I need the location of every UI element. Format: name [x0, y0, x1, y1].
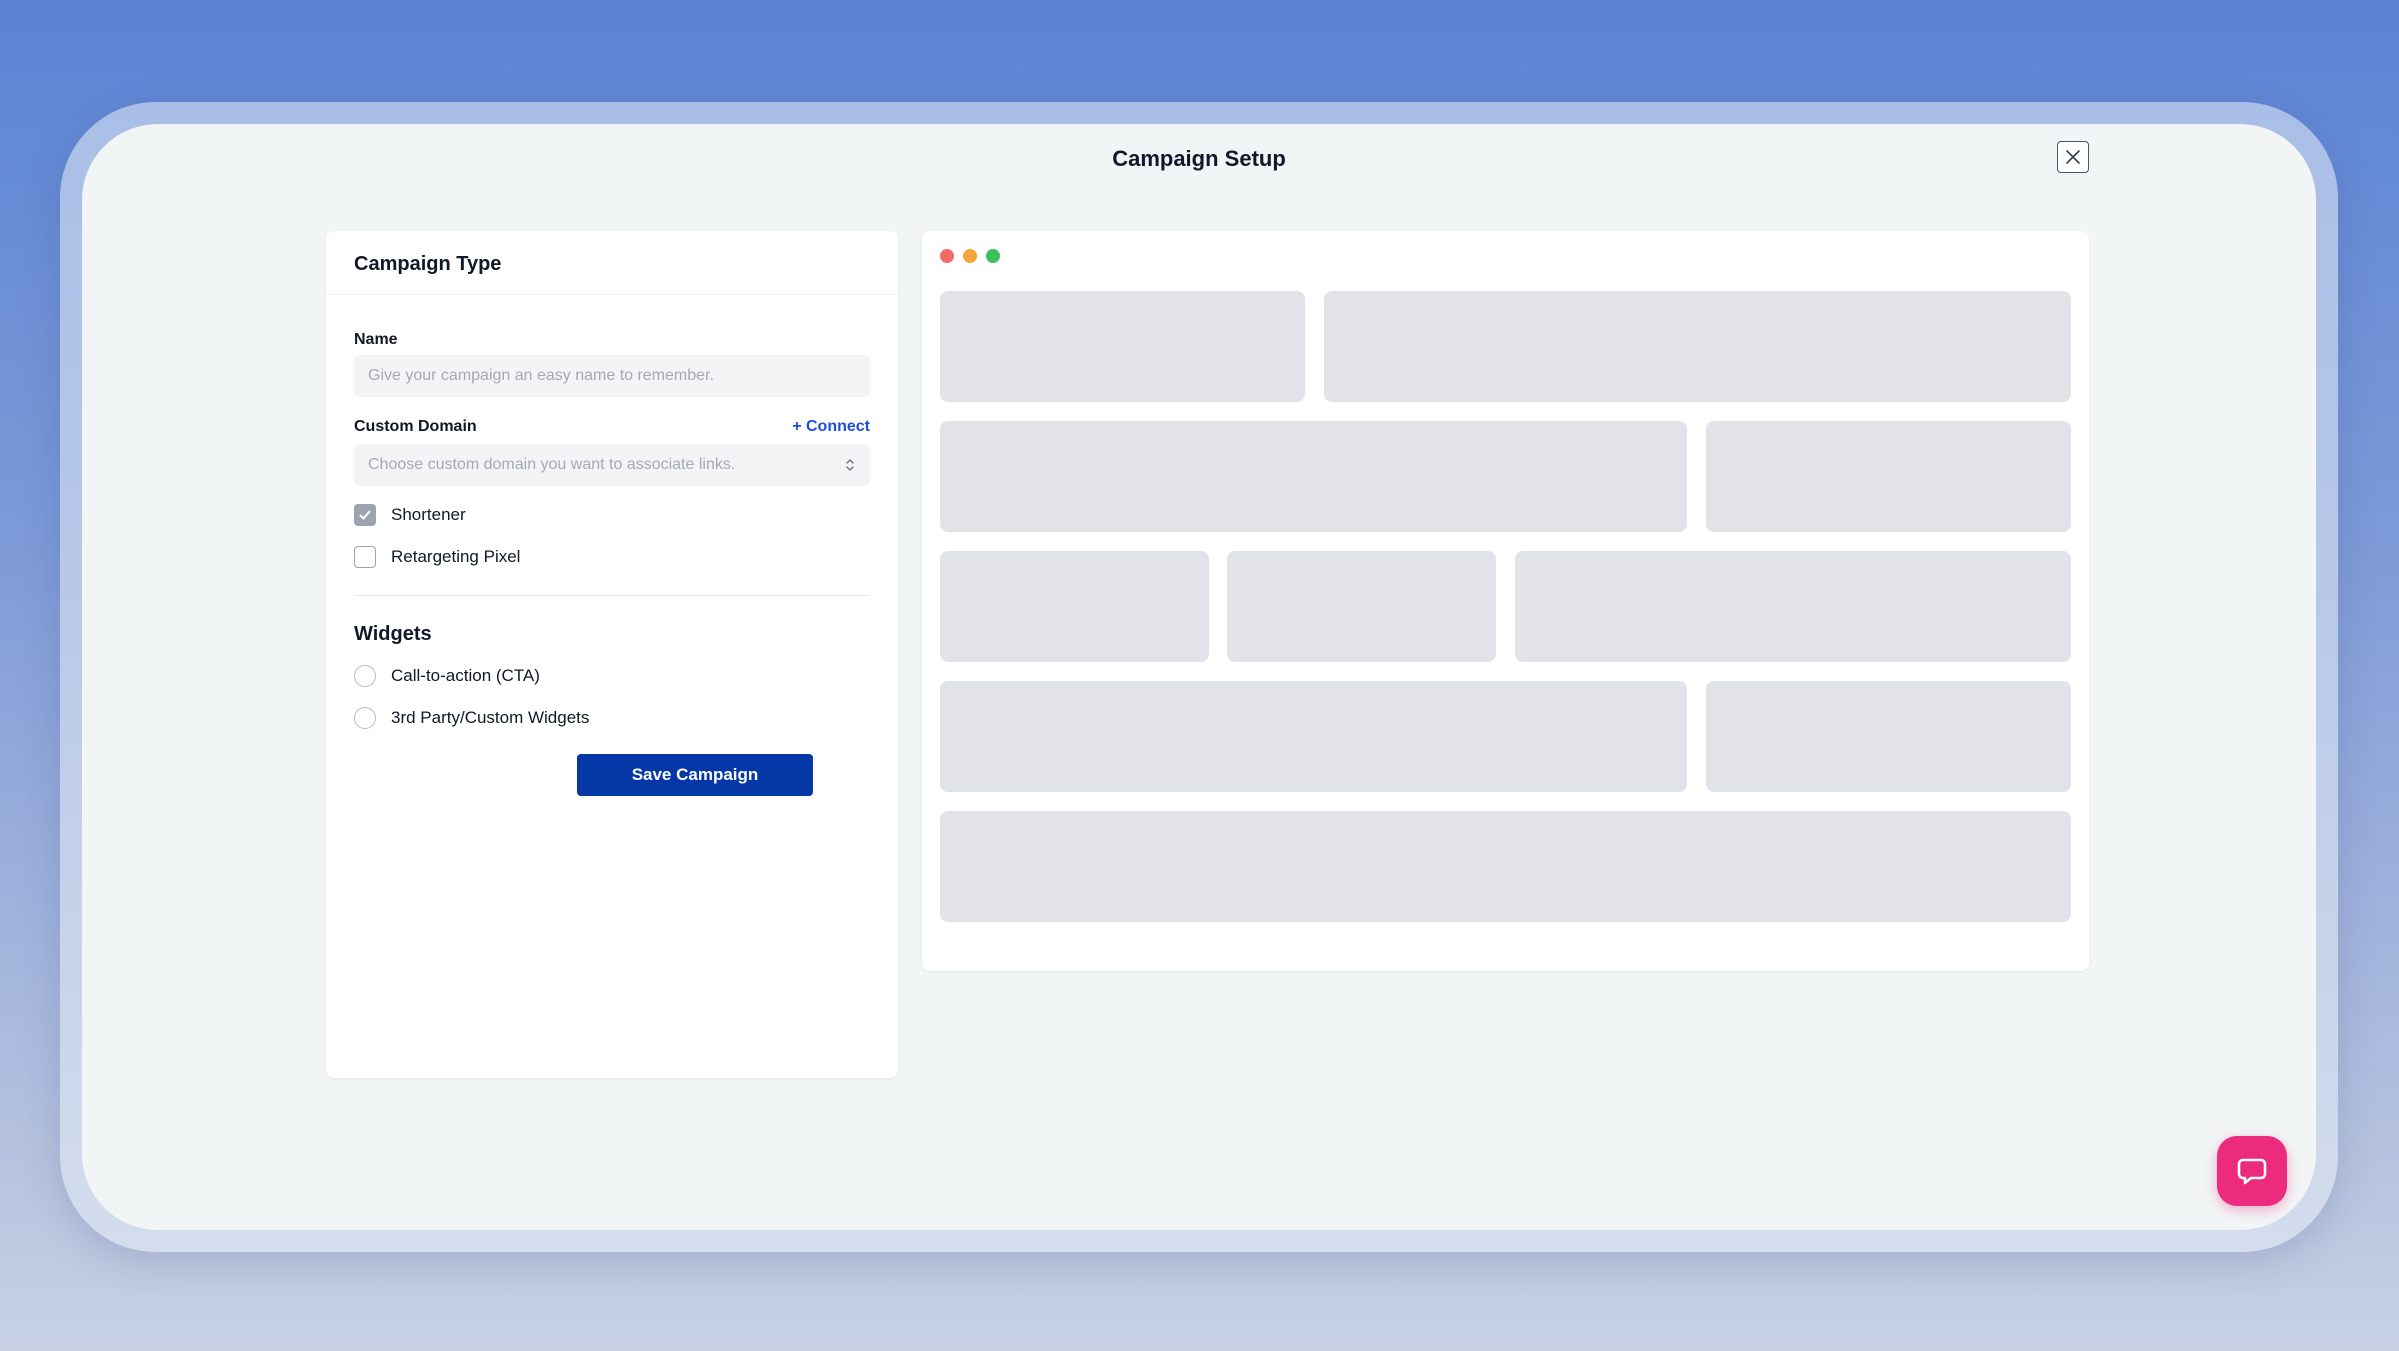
section-divider	[354, 595, 870, 596]
skeleton-block	[940, 551, 1209, 662]
skeleton-block	[1324, 291, 2071, 402]
shortener-option[interactable]: Shortener	[354, 504, 466, 526]
chat-bubble-icon	[2237, 1158, 2267, 1185]
modal-title: Campaign Setup	[1112, 146, 1286, 171]
custom-domain-select[interactable]: Choose custom domain you want to associa…	[354, 444, 870, 486]
campaign-form-panel: Campaign Type Name Custom Domain + Conne…	[326, 231, 898, 1078]
skeleton-block	[1706, 421, 2071, 532]
shortener-checkbox[interactable]	[354, 504, 376, 526]
retargeting-pixel-checkbox[interactable]	[354, 546, 376, 568]
close-icon	[2066, 150, 2080, 164]
select-chevron-icon	[846, 459, 854, 471]
window-maximize-dot	[986, 249, 1000, 263]
panel-header: Campaign Type	[326, 231, 898, 295]
connect-domain-link[interactable]: + Connect	[792, 418, 870, 436]
window-minimize-dot	[963, 249, 977, 263]
cta-widget-option[interactable]: Call-to-action (CTA)	[354, 665, 540, 687]
shortener-label: Shortener	[391, 505, 466, 524]
chat-button[interactable]	[2217, 1136, 2287, 1206]
skeleton-block	[940, 681, 1687, 792]
cta-radio[interactable]	[354, 665, 376, 687]
skeleton-block	[940, 291, 1305, 402]
save-campaign-button[interactable]: Save Campaign	[577, 754, 813, 796]
window-close-dot	[940, 249, 954, 263]
close-button[interactable]	[2057, 141, 2089, 173]
retargeting-pixel-label: Retargeting Pixel	[391, 547, 521, 566]
app-screen: Campaign Setup Campaign Type Name Custom…	[82, 124, 2316, 1230]
name-label: Name	[354, 331, 398, 348]
skeleton-block	[1227, 551, 1496, 662]
skeleton-block	[1706, 681, 2071, 792]
skeleton-block	[1515, 551, 2071, 662]
skeleton-block	[940, 421, 1687, 532]
custom-domain-label: Custom Domain	[354, 418, 477, 435]
checkmark-icon	[359, 510, 371, 520]
preview-panel	[922, 231, 2089, 971]
custom-domain-placeholder: Choose custom domain you want to associa…	[368, 456, 736, 473]
retargeting-pixel-option[interactable]: Retargeting Pixel	[354, 546, 520, 568]
skeleton-block	[940, 811, 2071, 922]
cta-label: Call-to-action (CTA)	[391, 666, 540, 685]
widgets-title: Widgets	[354, 623, 432, 645]
custom-widgets-option[interactable]: 3rd Party/Custom Widgets	[354, 707, 589, 729]
custom-widgets-radio[interactable]	[354, 707, 376, 729]
name-input[interactable]	[354, 355, 870, 397]
custom-widgets-label: 3rd Party/Custom Widgets	[391, 708, 590, 727]
